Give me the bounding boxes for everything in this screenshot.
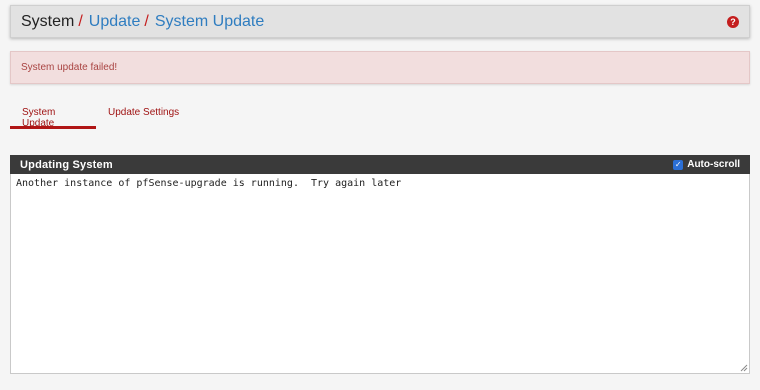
tab-bar: System Update Update Settings: [10, 97, 191, 129]
autoscroll-label: Auto-scroll: [687, 159, 740, 170]
resize-handle-icon[interactable]: [740, 364, 748, 372]
tab-system-update[interactable]: System Update: [10, 97, 96, 129]
breadcrumb-system-update-link[interactable]: System Update: [155, 13, 264, 30]
output-container: Another instance of pfSense-upgrade is r…: [10, 174, 750, 374]
update-output-textarea[interactable]: Another instance of pfSense-upgrade is r…: [11, 174, 749, 373]
autoscroll-toggle[interactable]: ✓ Auto-scroll: [673, 159, 740, 170]
breadcrumb-update-link[interactable]: Update: [89, 13, 141, 30]
breadcrumb-separator: /: [78, 12, 83, 30]
breadcrumb-system: System: [21, 12, 75, 30]
breadcrumb-separator: /: [144, 12, 149, 30]
panel-title: Updating System: [20, 158, 113, 171]
autoscroll-checkbox[interactable]: ✓: [673, 159, 684, 170]
alert-message: System update failed!: [21, 62, 118, 73]
help-icon[interactable]: ?: [727, 16, 739, 28]
tab-update-settings[interactable]: Update Settings: [96, 97, 191, 129]
breadcrumb: System / Update / System Update ?: [10, 5, 750, 38]
error-alert: System update failed!: [10, 51, 750, 84]
panel-header: Updating System ✓ Auto-scroll: [10, 155, 750, 174]
